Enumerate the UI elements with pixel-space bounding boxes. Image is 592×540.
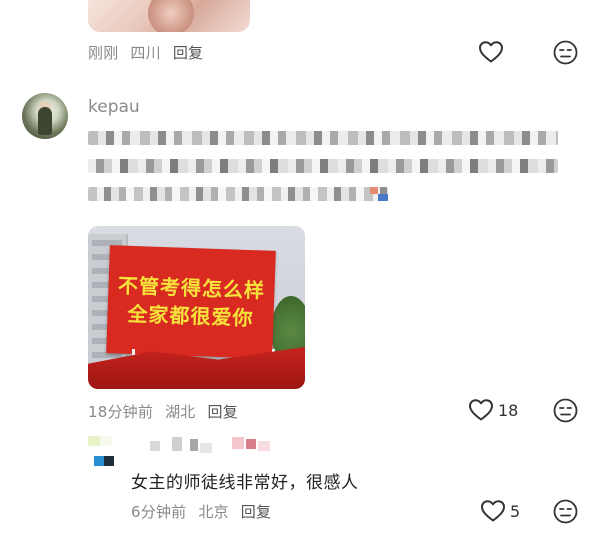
- censored-comment-text: [88, 127, 558, 211]
- neutral-face-icon: [553, 40, 578, 65]
- reply-button[interactable]: 回复: [241, 503, 271, 521]
- heart-outline-icon: [469, 399, 493, 421]
- like-count: 18: [498, 400, 519, 420]
- avatar-pixel: [100, 436, 112, 446]
- censored-pixel: [190, 439, 198, 451]
- reply-location: 北京: [198, 503, 229, 521]
- like-button[interactable]: 5: [480, 499, 520, 523]
- comment-photo[interactable]: 不管考得怎么样 全家都很爱你: [88, 226, 305, 389]
- reply-meta: 6分钟前 北京 回复: [131, 501, 283, 522]
- censored-emoji: [370, 187, 378, 194]
- photo-banner: 不管考得怎么样 全家都很爱你: [106, 245, 276, 359]
- dislike-button[interactable]: [553, 40, 578, 65]
- avatar-pixel: [94, 456, 104, 466]
- avatar-pixel: [88, 436, 100, 446]
- reply-time: 6分钟前: [131, 503, 187, 521]
- comment-location: 湖北: [165, 403, 196, 421]
- censored-pixel: [150, 441, 160, 451]
- like-count: 5: [510, 501, 521, 521]
- censored-line: [88, 187, 388, 201]
- comment-time: 刚刚: [88, 44, 119, 62]
- censored-emoji: [378, 194, 388, 201]
- avatar-pixel: [88, 446, 100, 456]
- neutral-face-icon: [553, 398, 578, 423]
- censored-reply-username: [150, 437, 280, 453]
- censored-pixel: [172, 437, 182, 451]
- heart-outline-icon: [481, 500, 505, 522]
- comment-image-top[interactable]: [88, 0, 250, 32]
- dislike-button[interactable]: [553, 398, 578, 423]
- avatar-figure: [38, 107, 52, 135]
- reply-user-avatar[interactable]: [88, 436, 116, 468]
- comment-meta-top: 刚刚 四川 回复: [88, 42, 215, 63]
- neutral-face-icon: [553, 499, 578, 524]
- censored-line: [88, 159, 558, 173]
- reply-button[interactable]: 回复: [208, 403, 238, 421]
- banner-line-2: 全家都很爱你: [127, 301, 254, 331]
- censored-pixel: [232, 437, 244, 449]
- user-avatar[interactable]: [22, 93, 68, 139]
- censored-line: [88, 131, 558, 145]
- comment-meta: 18分钟前 湖北 回复: [88, 401, 250, 422]
- censored-pixel: [258, 441, 270, 451]
- username[interactable]: kepau: [88, 97, 140, 117]
- avatar-pixel: [104, 456, 114, 466]
- censored-pixel: [246, 439, 256, 449]
- like-button[interactable]: 18: [468, 398, 518, 422]
- comment-location: 四川: [130, 44, 161, 62]
- censored-pixel: [200, 443, 212, 453]
- like-button[interactable]: [478, 40, 504, 64]
- dislike-button[interactable]: [553, 499, 578, 524]
- comment-time: 18分钟前: [88, 403, 154, 421]
- reply-text: 女主的师徒线非常好，很感人: [131, 473, 359, 493]
- reply-button[interactable]: 回复: [173, 44, 203, 62]
- heart-outline-icon: [479, 41, 503, 63]
